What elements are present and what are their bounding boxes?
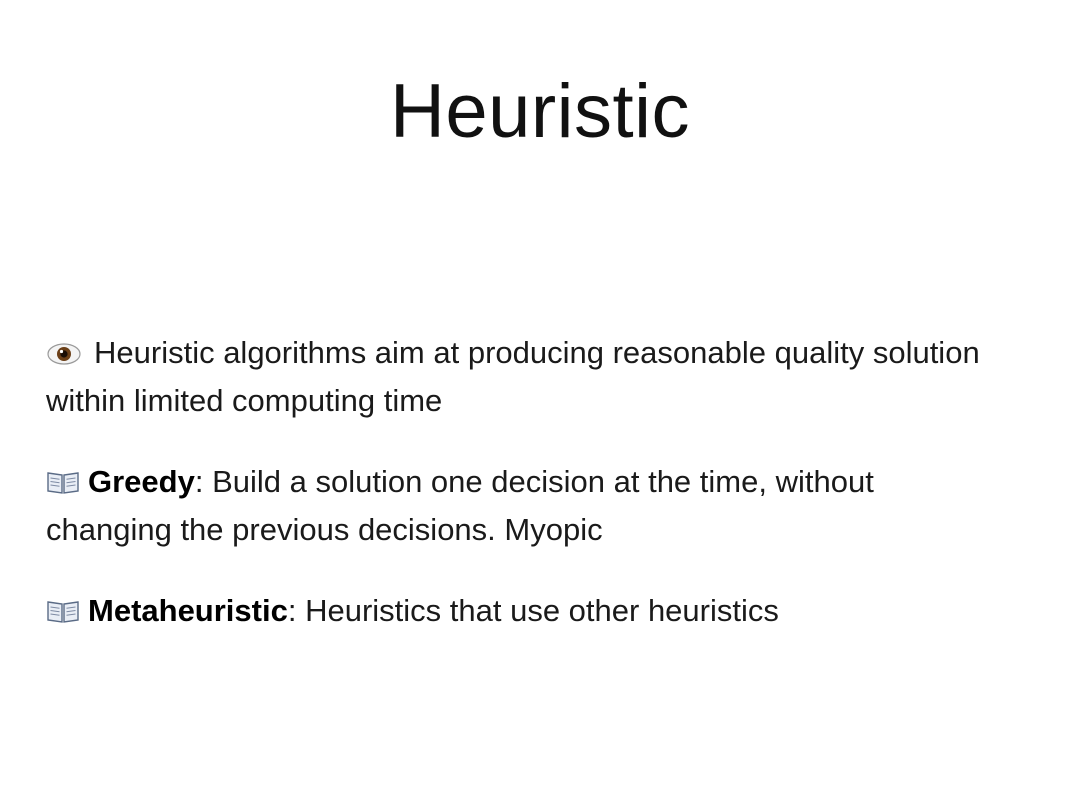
slide-title: Heuristic (389, 69, 691, 154)
term-metaheuristic: Metaheuristic (88, 593, 288, 628)
eye-icon (46, 333, 82, 378)
bullet-greedy: Greedy: Build a solution one decision at… (46, 459, 1006, 552)
slide: Heuristic Heuristic algorithms aim at pr… (0, 0, 1080, 810)
bullet-text: Heuristic algorithms aim at producing re… (46, 335, 980, 418)
bullet-list: Heuristic algorithms aim at producing re… (46, 330, 1006, 672)
book-icon (46, 462, 80, 507)
bullet-text: : Heuristics that use other heuristics (287, 593, 779, 628)
book-icon (46, 591, 80, 636)
bullet-heuristic-definition: Heuristic algorithms aim at producing re… (46, 330, 1006, 423)
term-greedy: Greedy (88, 464, 195, 499)
bullet-metaheuristic: Metaheuristic: Heuristics that use other… (46, 588, 1006, 636)
